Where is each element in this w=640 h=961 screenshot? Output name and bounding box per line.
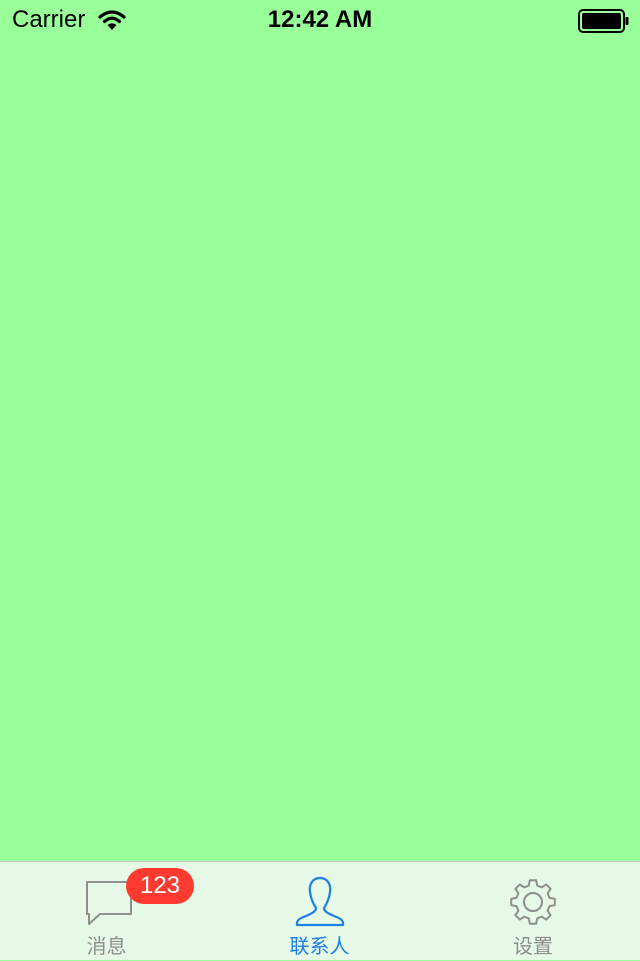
gear-icon — [510, 879, 556, 925]
tab-bar: 消息 联系人 设置 — [0, 861, 640, 960]
tab-contacts[interactable]: 联系人 — [213, 862, 426, 961]
battery-icon — [578, 9, 629, 33]
main-content — [0, 40, 640, 861]
messages-badge: 123 — [126, 868, 194, 904]
gear-outline — [510, 879, 556, 925]
tab-label-settings: 设置 — [513, 934, 553, 958]
clock: 12:42 AM — [267, 6, 373, 33]
tab-label-messages: 消息 — [86, 934, 127, 958]
status-bar: Carrier 12:42 AM — [0, 0, 640, 40]
person-icon — [295, 876, 345, 927]
tab-label-contacts: 联系人 — [289, 934, 350, 958]
tab-settings[interactable]: 设置 — [426, 862, 640, 961]
